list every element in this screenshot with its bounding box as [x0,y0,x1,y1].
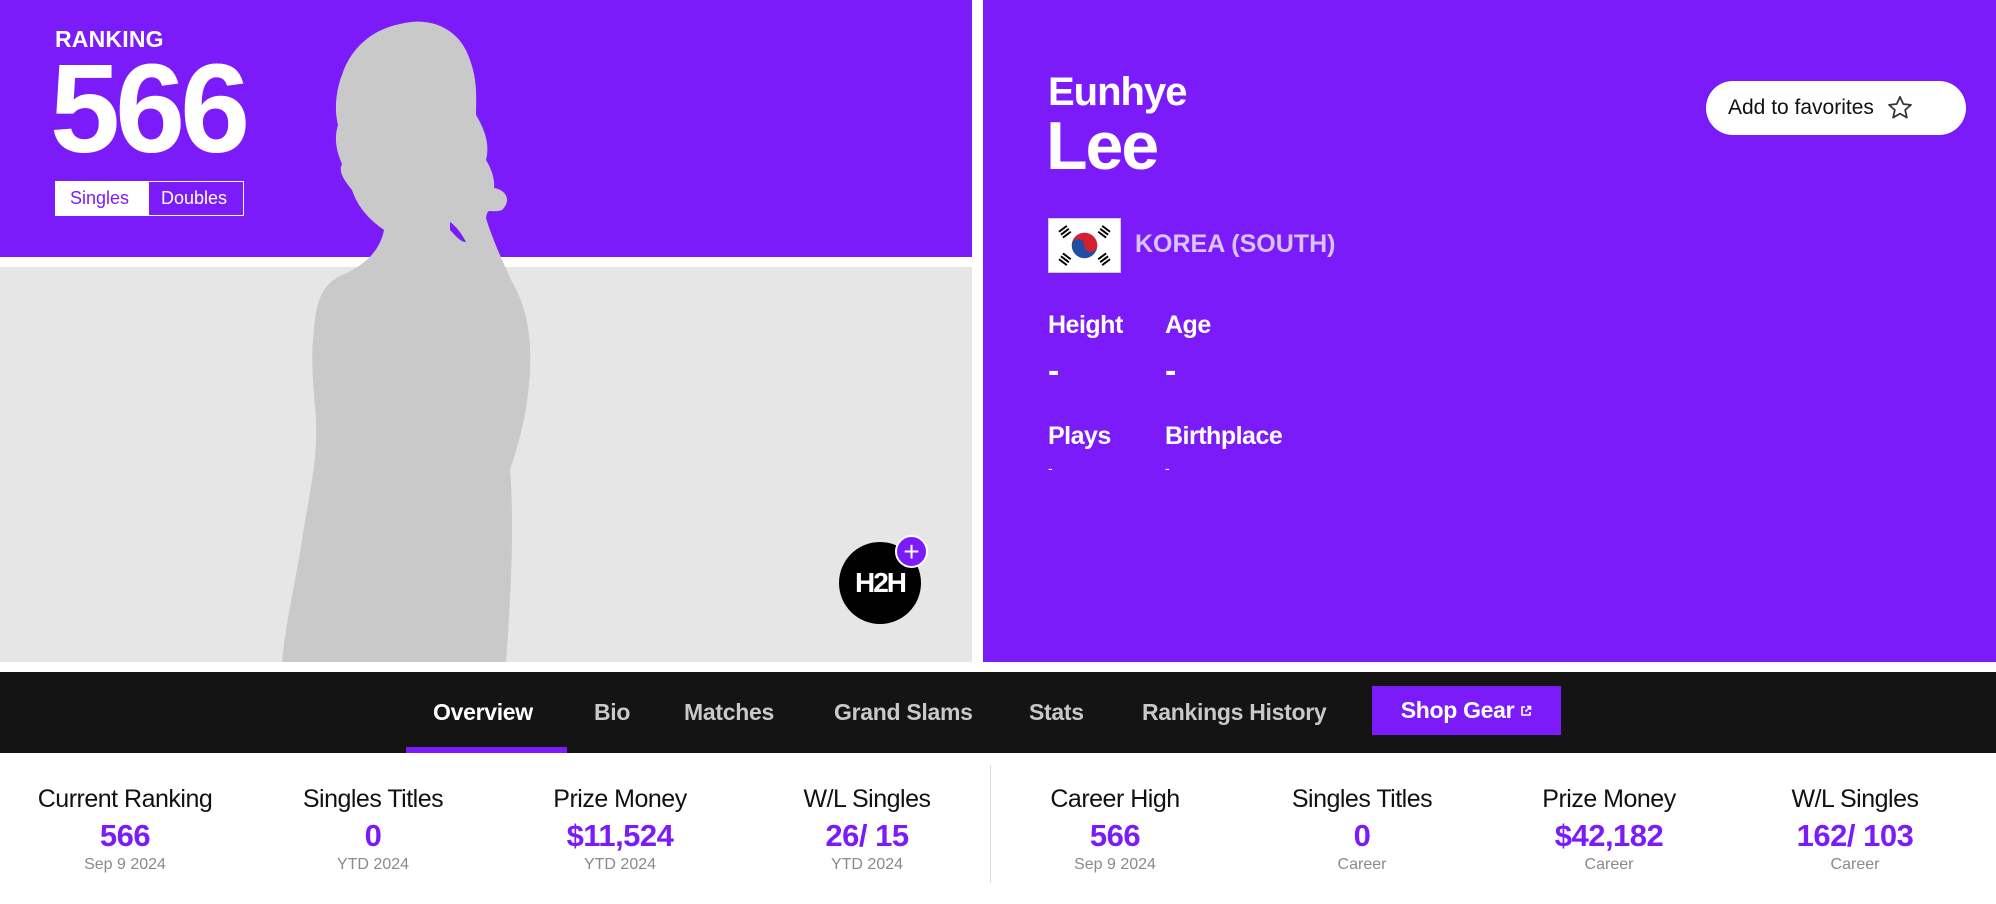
height-value: - [1048,352,1060,390]
stat-period: Career [1830,856,1880,873]
add-to-favorites-button[interactable]: Add to favorites [1706,81,1966,135]
stat-singles-titles-ytd: Singles Titles 0 YTD 2024 [249,785,497,874]
stat-prize-money-ytd: Prize Money $11,524 YTD 2024 [496,785,744,874]
flag-korea-south-icon [1048,218,1121,273]
stat-label: Current Ranking [37,785,213,813]
player-country: KOREA (SOUTH) [1135,230,1336,258]
stat-current-ranking: Current Ranking 566 Sep 9 2024 [1,785,249,874]
plays-label: Plays [1048,422,1111,450]
stat-value: $11,524 [566,818,674,853]
stat-value: 0 [364,818,382,853]
external-link-icon [1521,705,1532,716]
stat-prize-money-career: Prize Money $42,182 Career [1485,785,1733,874]
ranking-value: 566 [50,38,250,179]
stat-period: Sep 9 2024 [84,856,166,873]
stat-wl-singles-career: W/L Singles 162/ 103 Career [1731,785,1979,874]
stat-value: $42,182 [1554,818,1664,853]
stat-label: Prize Money [1542,785,1676,813]
stat-wl-singles-ytd: W/L Singles 26/ 15 YTD 2024 [743,785,991,874]
stat-value: 162/ 103 [1796,818,1914,853]
stat-period: YTD 2024 [336,856,410,873]
star-outline-icon [1888,96,1912,119]
stat-label: Singles Titles [1291,785,1433,813]
player-nav-bar: Overview Bio Matches Grand Slams Stats R… [0,672,1996,753]
singles-toggle[interactable]: Singles [56,182,149,215]
player-silhouette-image [282,21,531,662]
birthplace-value: - [1165,460,1170,476]
shop-gear-label: Shop Gear [1400,697,1515,723]
stat-singles-titles-career: Singles Titles 0 Career [1238,785,1486,874]
plus-icon[interactable]: + [895,535,928,568]
player-last-name: Lee [1046,108,1159,184]
player-photo-panel: RANKING 566 Singles Doubles H2H + [0,0,972,662]
stat-period: Career [1584,856,1634,873]
stat-label: Singles Titles [302,785,444,813]
stat-value: 26/ 15 [825,818,909,853]
stat-value: 566 [99,818,151,853]
tab-stats[interactable]: Stats [1029,672,1084,753]
stat-label: W/L Singles [1791,785,1919,813]
age-label: Age [1165,311,1211,339]
stat-career-high: Career High 566 Sep 9 2024 [991,785,1239,874]
stat-label: W/L Singles [803,785,931,813]
stat-period: Career [1337,856,1387,873]
stat-period: YTD 2024 [583,856,657,873]
stat-value: 566 [1089,818,1141,853]
stat-label: Prize Money [553,785,687,813]
age-value: - [1165,352,1177,390]
tab-bio[interactable]: Bio [594,672,630,753]
shop-gear-button[interactable]: Shop Gear [1372,686,1561,735]
add-to-favorites-label: Add to favorites [1728,96,1874,119]
ranking-type-toggle: Singles Doubles [55,181,244,216]
tab-rankings-history[interactable]: Rankings History [1142,672,1327,753]
tab-grand-slams[interactable]: Grand Slams [834,672,973,753]
stat-label: Career High [1050,785,1180,813]
stats-summary: Current Ranking 566 Sep 9 2024 Singles T… [0,753,1996,904]
plays-value: - [1048,460,1053,476]
stat-period: YTD 2024 [830,856,904,873]
doubles-toggle[interactable]: Doubles [149,182,243,215]
stat-value: 0 [1353,818,1371,853]
player-info-panel: Eunhye Lee Add to favorites KOREA (SOUTH… [983,0,1996,662]
stat-period: Sep 9 2024 [1074,856,1156,873]
tab-matches[interactable]: Matches [684,672,774,753]
birthplace-label: Birthplace [1165,422,1283,450]
height-label: Height [1048,311,1123,339]
tab-overview[interactable]: Overview [433,672,533,753]
